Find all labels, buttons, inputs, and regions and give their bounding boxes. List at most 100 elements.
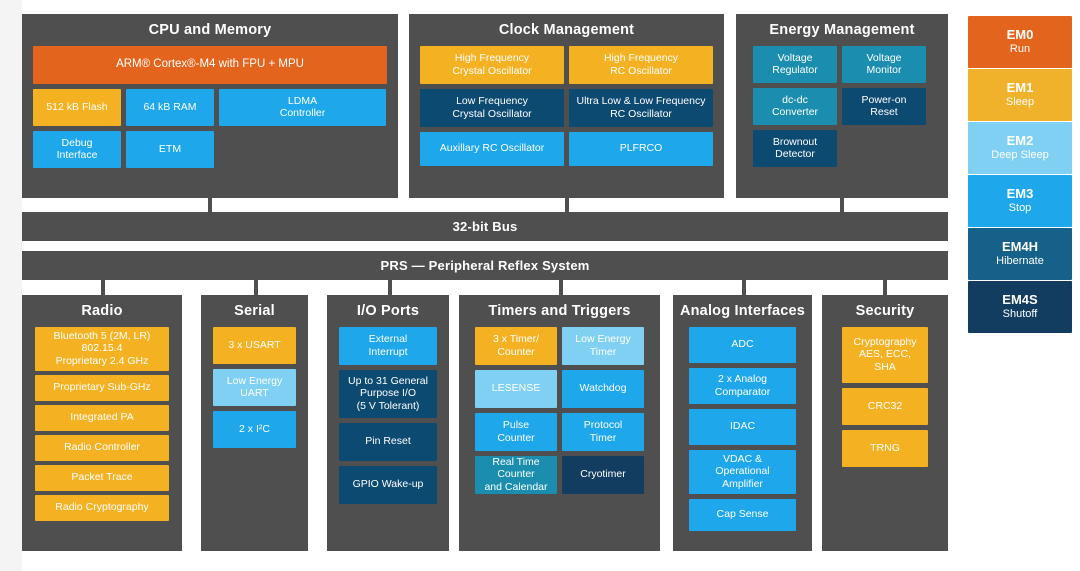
left-edge-strip — [0, 0, 22, 571]
block-arm-cortex-m4[interactable]: ARM® Cortex®-M4 with FPU + MPU — [33, 45, 387, 84]
panel-title-clock-management: Clock Management — [498, 22, 635, 38]
block-64kb-ram[interactable]: 64 kB RAM — [126, 88, 214, 126]
block-pulse-counter[interactable]: Pulse Counter — [475, 412, 557, 451]
block-proprietary-sub-ghz[interactable]: Proprietary Sub-GHz — [35, 374, 169, 401]
block-real-time-counter-and-calendar[interactable]: Real Time Counter and Calendar — [475, 455, 557, 494]
block-low-energy-uart[interactable]: Low Energy UART — [213, 368, 296, 406]
panel-body-security: Cryptography AES, ECC, SHA CRC32 TRNG — [822, 326, 948, 478]
panel-io-ports: I/O Ports External Interrupt Up to 31 Ge… — [327, 295, 449, 551]
block-dcdc-converter[interactable]: dc-dc Converter — [753, 87, 837, 125]
block-3x-usart[interactable]: 3 x USART — [213, 326, 296, 364]
block-hf-rc-oscillator[interactable]: High Frequency RC Oscillator — [569, 45, 713, 84]
energy-mode-em4h-sub: Hibernate — [996, 254, 1044, 267]
block-protocol-timer[interactable]: Protocol Timer — [562, 412, 644, 451]
energy-mode-em1[interactable]: EM1 Sleep — [968, 69, 1072, 121]
block-lf-crystal-oscillator[interactable]: Low Frequency Crystal Oscillator — [420, 88, 564, 127]
block-radio-cryptography[interactable]: Radio Cryptography — [35, 494, 169, 521]
panel-body-timers-and-triggers: 3 x Timer/ Counter Low Energy Timer LESE… — [459, 326, 660, 505]
block-external-interrupt[interactable]: External Interrupt — [339, 326, 437, 365]
panel-title-security: Security — [855, 303, 915, 319]
block-2x-i2c[interactable]: 2 x I²C — [213, 410, 296, 448]
block-512kb-flash[interactable]: 512 kB Flash — [33, 88, 121, 126]
connector-prs-to-analog — [742, 280, 746, 295]
block-ultra-low-lf-rc-oscillator[interactable]: Ultra Low & Low Frequency RC Oscillator — [569, 88, 713, 127]
block-low-energy-timer[interactable]: Low Energy Timer — [562, 326, 644, 365]
block-packet-trace[interactable]: Packet Trace — [35, 464, 169, 491]
panel-serial: Serial 3 x USART Low Energy UART 2 x I²C — [201, 295, 308, 551]
block-2x-analog-comparator[interactable]: 2 x Analog Comparator — [689, 367, 796, 404]
panel-title-io-ports: I/O Ports — [356, 303, 420, 319]
block-voltage-regulator[interactable]: Voltage Regulator — [753, 45, 837, 83]
block-ldma-controller[interactable]: LDMA Controller — [219, 88, 386, 126]
block-etm[interactable]: ETM — [126, 130, 214, 168]
block-3x-timer-counter[interactable]: 3 x Timer/ Counter — [475, 326, 557, 365]
block-general-purpose-io[interactable]: Up to 31 General Purpose I/O (5 V Tolera… — [339, 369, 437, 418]
panel-cpu-and-memory: CPU and Memory ARM® Cortex®-M4 with FPU … — [22, 14, 398, 198]
panel-security: Security Cryptography AES, ECC, SHA CRC3… — [822, 295, 948, 551]
connector-cpu-to-bus — [208, 198, 212, 212]
energy-mode-em4h[interactable]: EM4H Hibernate — [968, 228, 1072, 280]
energy-mode-em0-sub: Run — [1009, 42, 1031, 55]
block-adc[interactable]: ADC — [689, 326, 796, 363]
energy-mode-em4s[interactable]: EM4S Shutoff — [968, 281, 1072, 333]
block-plfrco[interactable]: PLFRCO — [569, 131, 713, 166]
connector-prs-to-radio — [101, 280, 105, 295]
energy-mode-em2[interactable]: EM2 Deep Sleep — [968, 122, 1072, 174]
block-radio-controller[interactable]: Radio Controller — [35, 434, 169, 461]
block-cap-sense[interactable]: Cap Sense — [689, 498, 796, 531]
panel-body-clock-management: High Frequency Crystal Oscillator High F… — [409, 45, 724, 177]
panel-body-io-ports: External Interrupt Up to 31 General Purp… — [327, 326, 449, 515]
connector-prs-to-security — [883, 280, 887, 295]
block-cryotimer[interactable]: Cryotimer — [562, 455, 644, 494]
panel-title-serial: Serial — [234, 303, 275, 319]
block-debug-interface[interactable]: Debug Interface — [33, 130, 121, 168]
panel-body-analog-interfaces: ADC 2 x Analog Comparator IDAC VDAC & Op… — [673, 326, 812, 542]
block-power-on-reset[interactable]: Power-on Reset — [842, 87, 926, 125]
panel-radio: Radio Bluetooth 5 (2M, LR) 802.15.4 Prop… — [22, 295, 182, 551]
panel-analog-interfaces: Analog Interfaces ADC 2 x Analog Compara… — [673, 295, 812, 551]
panel-energy-management: Energy Management Voltage Regulator Volt… — [736, 14, 948, 198]
energy-mode-em3-name: EM3 — [1006, 185, 1034, 201]
block-idac[interactable]: IDAC — [689, 408, 796, 445]
block-gpio-wake-up[interactable]: GPIO Wake-up — [339, 465, 437, 504]
panel-body-radio: Bluetooth 5 (2M, LR) 802.15.4 Proprietar… — [22, 326, 182, 532]
connector-energy-to-bus — [840, 198, 844, 212]
energy-mode-em2-name: EM2 — [1006, 132, 1034, 148]
block-cryptography[interactable]: Cryptography AES, ECC, SHA — [842, 326, 928, 383]
energy-mode-em0-name: EM0 — [1006, 26, 1034, 42]
energy-mode-em4s-name: EM4S — [1002, 291, 1038, 307]
energy-mode-em3[interactable]: EM3 Stop — [968, 175, 1072, 227]
connector-clock-to-bus — [565, 198, 569, 212]
energy-mode-em3-sub: Stop — [1008, 201, 1032, 214]
block-bluetooth-5[interactable]: Bluetooth 5 (2M, LR) 802.15.4 Proprietar… — [35, 326, 169, 371]
block-watchdog[interactable]: Watchdog — [562, 369, 644, 408]
panel-timers-and-triggers: Timers and Triggers 3 x Timer/ Counter L… — [459, 295, 660, 551]
block-crc32[interactable]: CRC32 — [842, 387, 928, 425]
energy-mode-em1-sub: Sleep — [1005, 95, 1035, 108]
diagram-canvas: CPU and Memory ARM® Cortex®-M4 with FPU … — [0, 0, 1080, 571]
block-lesense[interactable]: LESENSE — [475, 369, 557, 408]
block-vdac-operational-amplifier[interactable]: VDAC & Operational Amplifier — [689, 449, 796, 494]
bus-32-bit: 32-bit Bus — [22, 212, 948, 241]
block-voltage-monitor[interactable]: Voltage Monitor — [842, 45, 926, 83]
energy-mode-em4h-name: EM4H — [1001, 238, 1039, 254]
panel-title-cpu-and-memory: CPU and Memory — [148, 22, 272, 38]
panel-clock-management: Clock Management High Frequency Crystal … — [409, 14, 724, 198]
block-hf-crystal-oscillator[interactable]: High Frequency Crystal Oscillator — [420, 45, 564, 84]
connector-prs-to-io-ports — [388, 280, 392, 295]
panel-body-energy-management: Voltage Regulator Voltage Monitor dc-dc … — [736, 45, 948, 178]
block-auxillary-rc-oscillator[interactable]: Auxillary RC Oscillator — [420, 131, 564, 166]
panel-title-energy-management: Energy Management — [769, 22, 915, 38]
connector-prs-to-serial — [254, 280, 258, 295]
panel-body-cpu-and-memory: ARM® Cortex®-M4 with FPU + MPU 512 kB Fl… — [22, 45, 398, 179]
block-pin-reset[interactable]: Pin Reset — [339, 422, 437, 461]
panel-body-serial: 3 x USART Low Energy UART 2 x I²C — [201, 326, 308, 459]
block-integrated-pa[interactable]: Integrated PA — [35, 404, 169, 431]
energy-mode-em2-sub: Deep Sleep — [991, 148, 1049, 161]
energy-mode-em0[interactable]: EM0 Run — [968, 16, 1072, 68]
bus-prs: PRS — Peripheral Reflex System — [22, 251, 948, 280]
energy-mode-em4s-sub: Shutoff — [1002, 307, 1038, 320]
block-trng[interactable]: TRNG — [842, 429, 928, 467]
block-brownout-detector[interactable]: Brownout Detector — [753, 129, 837, 167]
panel-title-analog-interfaces: Analog Interfaces — [679, 303, 806, 319]
